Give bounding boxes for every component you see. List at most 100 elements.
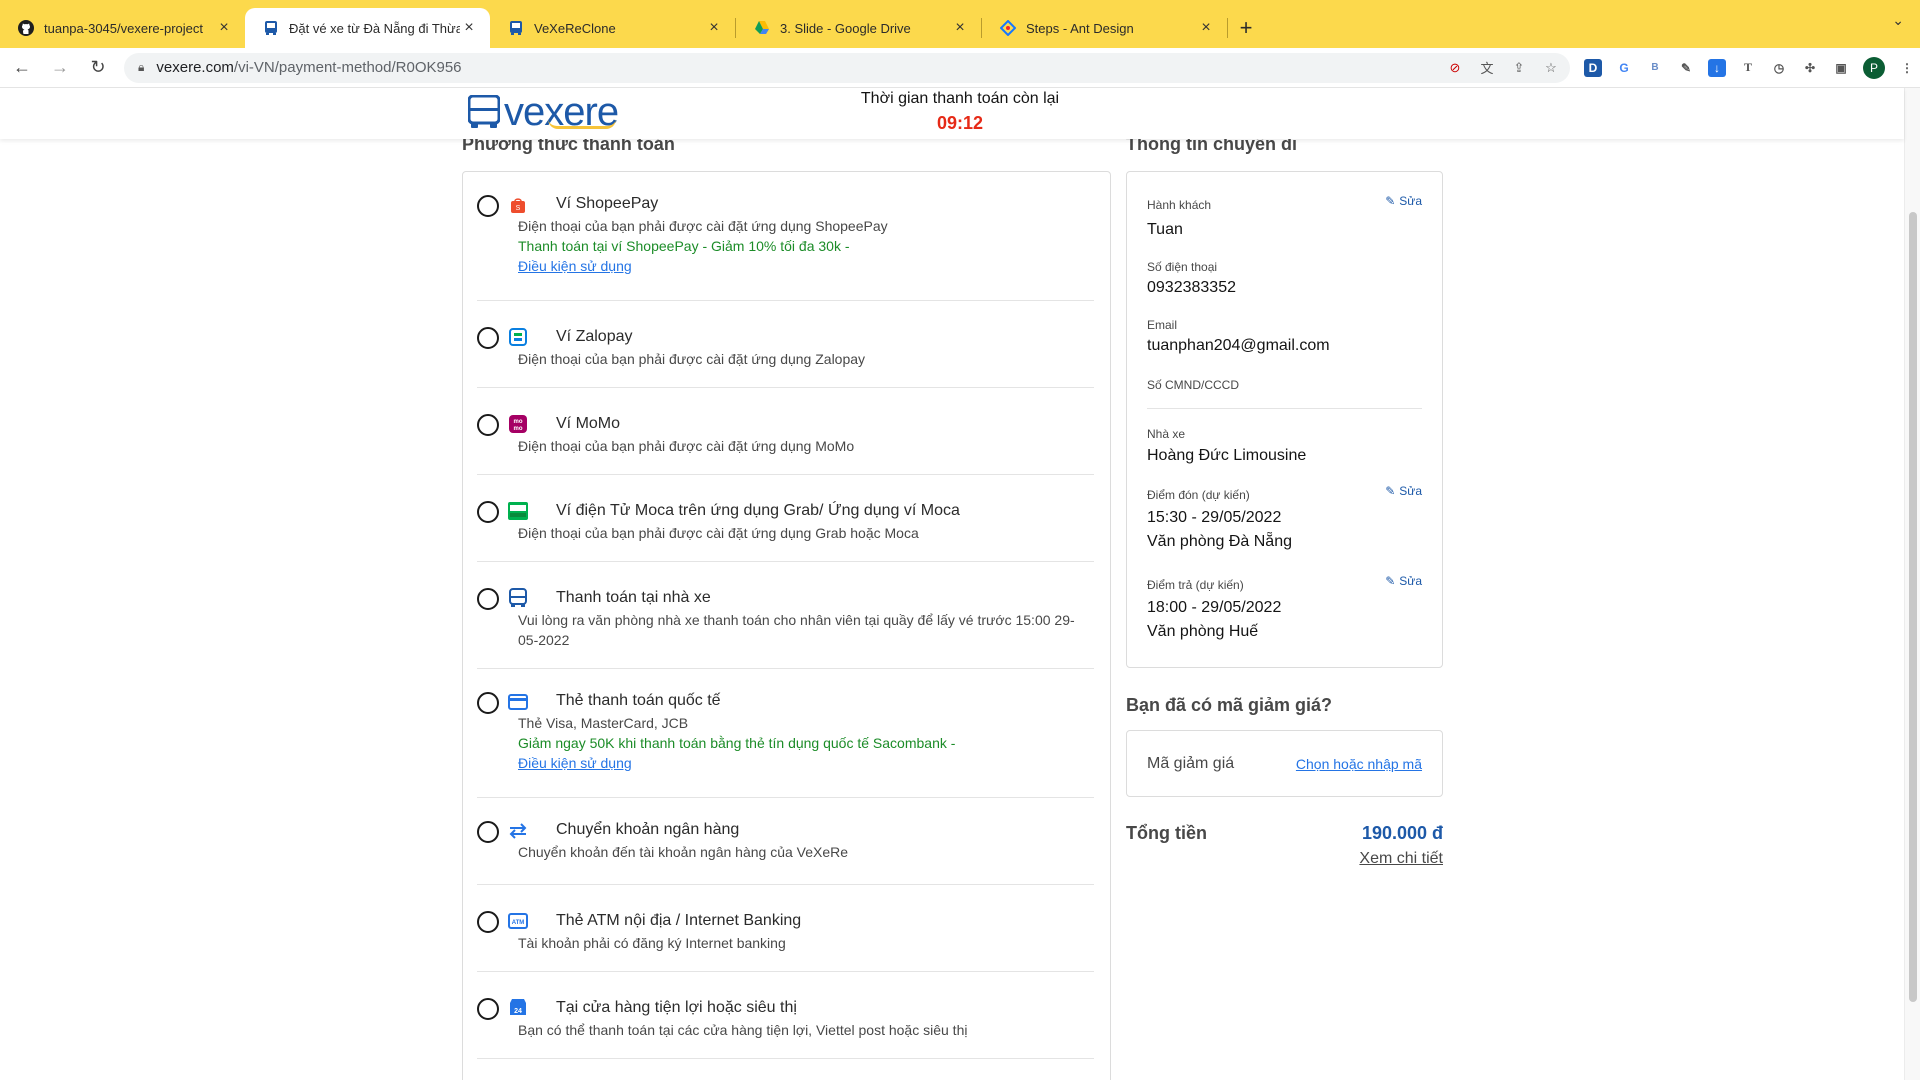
dashlane-extension-icon[interactable]: D xyxy=(1584,58,1602,77)
edit-label: Sửa xyxy=(1399,574,1422,588)
shopeepay-icon: S xyxy=(508,196,528,216)
vexere-bus-icon xyxy=(468,95,500,128)
site-header: vexere Thời gian thanh toán còn lại 09:1… xyxy=(0,88,1904,139)
bitwarden-extension-icon[interactable]: B xyxy=(1646,59,1664,77)
phone-label: Số điện thoại xyxy=(1147,260,1218,274)
browser-tab[interactable]: tuanpa-3045/vexere-project × xyxy=(0,8,245,48)
page-scrollbar[interactable] xyxy=(1904,88,1920,1080)
payment-method-desc: Điện thoại của bạn phải được cài đặt ứng… xyxy=(518,438,855,454)
radio-button[interactable] xyxy=(477,501,499,523)
radio-button[interactable] xyxy=(477,821,499,843)
translate-icon[interactable]: 文 xyxy=(1478,59,1496,77)
momo-icon: mo mo xyxy=(508,414,528,434)
payment-method-desc: Điện thoại của bạn phải được cài đặt ứng… xyxy=(518,218,888,234)
reload-icon[interactable]: ↻ xyxy=(82,52,114,84)
pickup-time: 15:30 - 29/05/2022 xyxy=(1147,509,1282,526)
payment-method-momo[interactable]: mo mo Ví MoMo Điện thoại của bạn phải đượ… xyxy=(477,388,1094,475)
terms-link[interactable]: Điều kiện sử dụng xyxy=(518,256,1094,276)
payment-method-shopeepay[interactable]: S Ví ShopeePay Điện thoại của bạn phải đ… xyxy=(477,172,1094,301)
radio-button[interactable] xyxy=(477,911,499,933)
timer-label: Thời gian thanh toán còn lại xyxy=(860,90,1060,107)
new-tab-button[interactable]: + xyxy=(1228,8,1264,48)
trip-info-card: Hành khách ✎ Sửa Tuan Số điện thoại 09323… xyxy=(1126,171,1443,668)
browser-toolbar: ← → ↻ 🔒︎ vexere.com/vi-VN/payment-method… xyxy=(0,48,1920,88)
radio-button[interactable] xyxy=(477,327,499,349)
operator-value: Hoàng Đức Limousine xyxy=(1147,447,1307,464)
ant-design-icon xyxy=(1000,20,1016,36)
scrollbar-thumb[interactable] xyxy=(1909,212,1917,1002)
extensions-puzzle-icon[interactable]: ✣ xyxy=(1801,59,1819,77)
coupon-title: Bạn đã có mã giảm giá? xyxy=(1126,695,1333,715)
radio-button[interactable] xyxy=(477,998,499,1020)
blocked-popup-icon[interactable]: ⊘ xyxy=(1446,59,1464,77)
edit-label: Sửa xyxy=(1399,484,1422,498)
browser-tab[interactable]: Steps - Ant Design × xyxy=(982,8,1227,48)
edit-passenger-link[interactable]: ✎ Sửa xyxy=(1385,194,1422,208)
payment-method-pay-at-office[interactable]: Thanh toán tại nhà xe Vui lòng ra văn ph… xyxy=(477,562,1094,669)
lock-icon[interactable]: 🔒︎ xyxy=(138,60,144,75)
terms-link[interactable]: Điều kiện sử dụng xyxy=(518,753,1094,773)
payment-method-international-card[interactable]: Thẻ thanh toán quốc tế Thẻ Visa, MasterC… xyxy=(477,669,1094,798)
bookmark-star-icon[interactable]: ☆ xyxy=(1542,59,1560,77)
address-bar[interactable]: 🔒︎ vexere.com/vi-VN/payment-method/R0OK9… xyxy=(124,52,1570,83)
store-24h-icon: 24 xyxy=(508,997,528,1017)
github-icon xyxy=(18,20,34,36)
payment-method-desc: Tài khoản phải có đăng ký Internet banki… xyxy=(518,935,786,951)
moca-icon xyxy=(508,501,528,521)
google-translate-extension-icon[interactable]: G xyxy=(1615,59,1633,77)
timer-extension-icon[interactable]: ◷ xyxy=(1770,59,1788,77)
svg-text:24: 24 xyxy=(514,1008,522,1015)
profile-avatar[interactable]: P xyxy=(1863,56,1885,79)
browser-tab-active[interactable]: Đặt vé xe từ Đà Nẵng đi Thừa Thiên Huế × xyxy=(245,8,490,48)
font-extension-icon[interactable]: T xyxy=(1739,59,1757,77)
color-picker-extension-icon[interactable]: ✎ xyxy=(1677,59,1695,77)
timer-value: 09:12 xyxy=(936,113,984,133)
url-path: /vi-VN/payment-method/R0OK956 xyxy=(233,59,462,76)
browser-tab[interactable]: VeXeReClone × xyxy=(490,8,735,48)
payment-method-desc: Thẻ Visa, MasterCard, JCB xyxy=(518,715,689,731)
radio-button[interactable] xyxy=(477,195,499,217)
payment-method-desc: Điện thoại của bạn phải được cài đặt ứng… xyxy=(518,351,866,367)
passenger-label: Hành khách xyxy=(1147,198,1212,212)
edit-pickup-link[interactable]: ✎ Sửa xyxy=(1385,484,1422,498)
view-detail-link[interactable]: Xem chi tiết xyxy=(1359,850,1443,868)
tab-search-chevron-icon[interactable]: ⌄ xyxy=(1892,12,1904,29)
share-icon[interactable]: ⇪ xyxy=(1510,59,1528,77)
payment-method-name: Tại cửa hàng tiện lợi hoặc siêu thị xyxy=(556,999,797,1016)
passenger-name: Tuan xyxy=(1147,221,1183,238)
email-label: Email xyxy=(1147,318,1178,332)
payment-method-name: Ví MoMo xyxy=(556,415,621,432)
back-arrow-icon[interactable]: ← xyxy=(6,52,38,84)
tab-close-icon[interactable]: × xyxy=(1197,19,1215,37)
radio-button[interactable] xyxy=(477,414,499,436)
side-panel-icon[interactable]: ▣ xyxy=(1832,59,1850,77)
pencil-icon: ✎ xyxy=(1385,574,1396,588)
tab-title: Steps - Ant Design xyxy=(1026,20,1134,36)
forward-arrow-icon[interactable]: → xyxy=(44,52,76,84)
payment-method-bank-transfer[interactable]: Chuyển khoản ngân hàng Chuyển khoản đến … xyxy=(477,798,1094,885)
total-label: Tổng tiền xyxy=(1126,823,1207,843)
vexere-logo[interactable]: vexere xyxy=(468,92,619,132)
google-drive-icon xyxy=(754,20,770,36)
browser-menu-icon[interactable]: ⋮ xyxy=(1898,59,1916,77)
tab-close-icon[interactable]: × xyxy=(951,19,969,37)
tab-close-icon[interactable]: × xyxy=(215,19,233,37)
tab-title: Đặt vé xe từ Đà Nẵng đi Thừa Thiên Huế xyxy=(289,20,460,36)
radio-button[interactable] xyxy=(477,692,499,714)
tab-close-icon[interactable]: × xyxy=(460,19,478,37)
tab-close-icon[interactable]: × xyxy=(705,19,723,37)
payment-method-atm-card[interactable]: ATM Thẻ ATM nội địa / Internet Banking T… xyxy=(477,885,1094,972)
download-extension-icon[interactable]: ↓ xyxy=(1708,58,1726,77)
pencil-icon: ✎ xyxy=(1385,194,1396,208)
browser-tab[interactable]: 3. Slide - Google Drive × xyxy=(736,8,981,48)
choose-coupon-link[interactable]: Chọn hoặc nhập mã xyxy=(1296,756,1422,772)
payment-method-zalopay[interactable]: Ví Zalopay Điện thoại của bạn phải được … xyxy=(477,301,1094,388)
svg-text:S: S xyxy=(516,205,521,212)
payment-method-desc: Chuyển khoản đến tài khoản ngân hàng của… xyxy=(518,844,849,860)
page-content: vexere Thời gian thanh toán còn lại 09:1… xyxy=(0,88,1920,1080)
operator-label: Nhà xe xyxy=(1147,427,1186,441)
payment-method-convenience-store[interactable]: 24 Tại cửa hàng tiện lợi hoặc siêu thị B… xyxy=(477,972,1094,1059)
payment-method-moca[interactable]: Ví điện Tử Moca trên ứng dụng Grab/ Ứng … xyxy=(477,475,1094,562)
edit-dropoff-link[interactable]: ✎ Sửa xyxy=(1385,574,1422,588)
radio-button[interactable] xyxy=(477,588,499,610)
